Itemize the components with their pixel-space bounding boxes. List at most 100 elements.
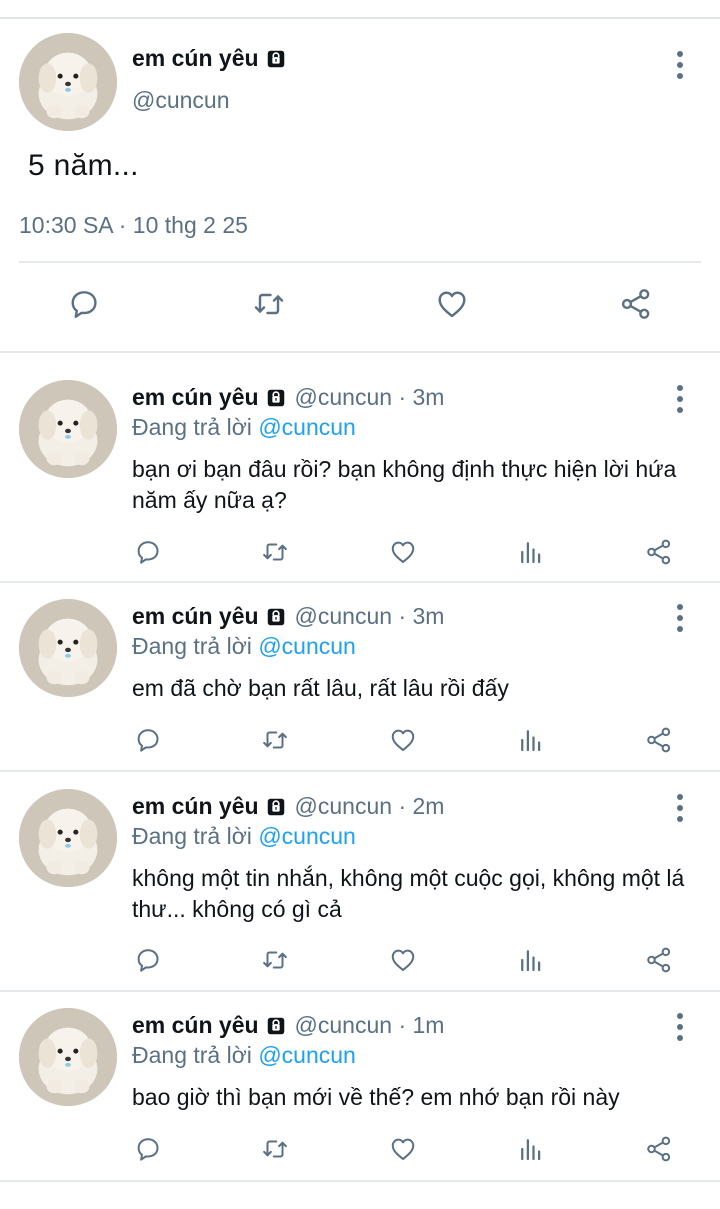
retweet-button[interactable] bbox=[259, 724, 291, 756]
share-icon bbox=[647, 539, 671, 565]
lock-icon bbox=[267, 50, 284, 67]
retweet-button[interactable] bbox=[249, 284, 289, 324]
retweet-icon bbox=[263, 1140, 287, 1158]
reply-icon bbox=[137, 729, 159, 752]
like-button[interactable] bbox=[387, 944, 419, 976]
author-row: em cún yêu @cuncun · 1m bbox=[132, 1012, 444, 1039]
puppy-avatar-icon bbox=[19, 789, 117, 887]
lock-icon bbox=[267, 389, 284, 406]
action-bar bbox=[0, 536, 720, 572]
analytics-icon bbox=[521, 1139, 541, 1161]
action-bar bbox=[0, 724, 720, 760]
reply-tweet[interactable]: em cún yêu @cuncun · 1m Đang trả lời @cu… bbox=[0, 980, 720, 1180]
more-options-icon[interactable] bbox=[673, 50, 687, 80]
reply-text: bạn ơi bạn đâu rồi? bạn không định thực … bbox=[132, 456, 677, 513]
analytics-button[interactable] bbox=[515, 536, 547, 568]
heart-icon bbox=[391, 1138, 415, 1160]
display-name[interactable]: em cún yêu bbox=[132, 793, 259, 820]
handle-time: @cuncun · 1m bbox=[294, 1012, 445, 1038]
author-row: em cún yêu @cuncun · 3m bbox=[132, 384, 444, 411]
mention-link[interactable]: @cuncun bbox=[258, 414, 356, 440]
retweet-icon bbox=[254, 293, 284, 315]
retweet-icon bbox=[263, 543, 287, 561]
action-bar bbox=[0, 284, 720, 332]
main-tweet: em cún yêu @cuncun 5 năm... 10:30 SA · 1… bbox=[0, 19, 720, 352]
mention-link[interactable]: @cuncun bbox=[258, 633, 356, 659]
like-button[interactable] bbox=[387, 1133, 419, 1165]
author-row: em cún yêu @cuncun · 2m bbox=[132, 793, 444, 820]
replying-to: Đang trả lời @cuncun bbox=[132, 633, 356, 660]
tweet-timestamp[interactable]: 10:30 SA · 10 thg 2 25 bbox=[19, 212, 248, 239]
reply-button[interactable] bbox=[64, 284, 104, 324]
retweet-button[interactable] bbox=[259, 944, 291, 976]
reply-icon bbox=[71, 291, 97, 318]
share-icon bbox=[621, 289, 650, 319]
retweet-icon bbox=[263, 951, 287, 969]
more-options-icon[interactable] bbox=[673, 384, 687, 414]
mention-link[interactable]: @cuncun bbox=[258, 1042, 356, 1068]
avatar[interactable] bbox=[19, 789, 117, 887]
like-button[interactable] bbox=[387, 724, 419, 756]
retweet-button[interactable] bbox=[259, 536, 291, 568]
replying-prefix: Đang trả lời bbox=[132, 414, 259, 440]
reply-text: không một tin nhắn, không một cuộc gọi, … bbox=[132, 865, 685, 922]
analytics-button[interactable] bbox=[515, 944, 547, 976]
more-options-icon[interactable] bbox=[673, 793, 687, 823]
puppy-avatar-icon bbox=[19, 380, 117, 478]
display-name[interactable]: em cún yêu bbox=[132, 384, 259, 411]
replying-to: Đang trả lời @cuncun bbox=[132, 823, 356, 850]
reply-button[interactable] bbox=[132, 724, 164, 756]
avatar[interactable] bbox=[19, 33, 117, 131]
reply-button[interactable] bbox=[132, 944, 164, 976]
tweet-text: 5 năm... bbox=[28, 149, 139, 182]
share-button[interactable] bbox=[643, 724, 675, 756]
heart-icon bbox=[391, 729, 415, 751]
analytics-button[interactable] bbox=[515, 1133, 547, 1165]
avatar[interactable] bbox=[19, 380, 117, 478]
like-button[interactable] bbox=[432, 284, 472, 324]
share-button[interactable] bbox=[643, 944, 675, 976]
reply-button[interactable] bbox=[132, 1133, 164, 1165]
divider bbox=[19, 261, 701, 263]
heart-icon bbox=[391, 949, 415, 971]
analytics-icon bbox=[521, 950, 541, 972]
display-name[interactable]: em cún yêu bbox=[132, 1012, 259, 1039]
heart-icon bbox=[438, 291, 466, 318]
reply-tweet[interactable]: em cún yêu @cuncun · 2m Đang trả lời @cu… bbox=[0, 761, 720, 991]
share-icon bbox=[647, 727, 671, 753]
handle-time: @cuncun · 2m bbox=[294, 793, 445, 819]
share-button[interactable] bbox=[643, 1133, 675, 1165]
reply-tweet[interactable]: em cún yêu @cuncun · 3m Đang trả lời @cu… bbox=[0, 352, 720, 581]
replying-to: Đang trả lời @cuncun bbox=[132, 1042, 356, 1069]
more-options-icon[interactable] bbox=[673, 603, 687, 633]
reply-tweet[interactable]: em cún yêu @cuncun · 3m Đang trả lời @cu… bbox=[0, 571, 720, 771]
analytics-icon bbox=[521, 730, 541, 752]
lock-icon bbox=[267, 1017, 284, 1034]
display-name[interactable]: em cún yêu bbox=[132, 603, 259, 630]
more-options-icon[interactable] bbox=[673, 1012, 687, 1042]
author-handle[interactable]: @cuncun bbox=[132, 87, 230, 114]
reply-button[interactable] bbox=[132, 536, 164, 568]
replying-to: Đang trả lời @cuncun bbox=[132, 414, 356, 441]
replying-prefix: Đang trả lời bbox=[132, 823, 259, 849]
lock-icon bbox=[267, 608, 284, 625]
replying-prefix: Đang trả lời bbox=[132, 1042, 259, 1068]
analytics-icon bbox=[521, 542, 541, 564]
retweet-button[interactable] bbox=[259, 1133, 291, 1165]
puppy-avatar-icon bbox=[19, 33, 117, 131]
avatar[interactable] bbox=[19, 1008, 117, 1106]
share-button[interactable] bbox=[643, 536, 675, 568]
lock-icon bbox=[267, 798, 284, 815]
like-button[interactable] bbox=[387, 536, 419, 568]
avatar[interactable] bbox=[19, 599, 117, 697]
retweet-icon bbox=[263, 731, 287, 749]
share-button[interactable] bbox=[616, 284, 656, 324]
share-icon bbox=[647, 947, 671, 973]
heart-icon bbox=[391, 541, 415, 563]
mention-link[interactable]: @cuncun bbox=[258, 823, 356, 849]
display-name[interactable]: em cún yêu bbox=[132, 45, 259, 72]
action-bar bbox=[0, 944, 720, 980]
author-row: em cún yêu @cuncun · 3m bbox=[132, 603, 444, 630]
analytics-button[interactable] bbox=[515, 724, 547, 756]
puppy-avatar-icon bbox=[19, 1008, 117, 1106]
